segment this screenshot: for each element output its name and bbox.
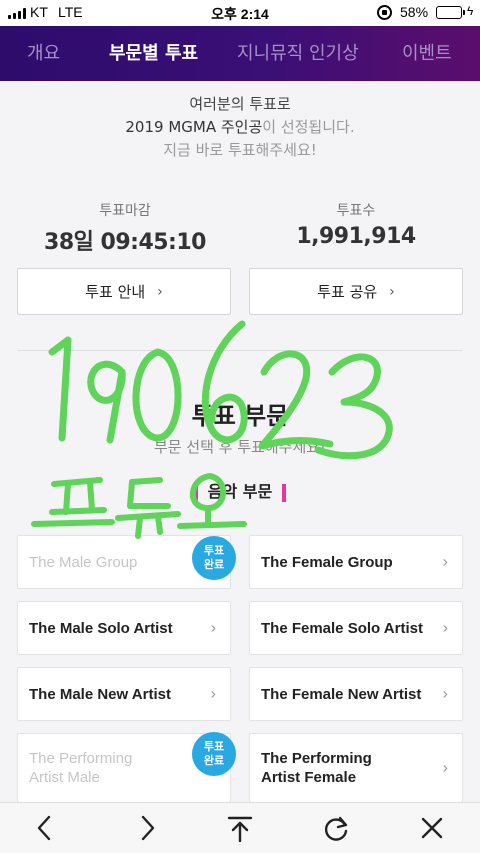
section-title: 투표 부문 bbox=[191, 402, 289, 430]
votes-value: 1,991,914 bbox=[296, 224, 416, 249]
chevron-right-icon: › bbox=[442, 553, 448, 571]
category-label: The Female New Artist bbox=[261, 685, 422, 703]
charging-icon: ϟ bbox=[467, 4, 474, 18]
reload-icon[interactable] bbox=[321, 813, 351, 843]
intro-highlight: 2019 MGMA 주인공 bbox=[125, 118, 263, 136]
votes-stat: 투표수 1,991,914 bbox=[236, 200, 476, 249]
badge-line-2: 완료 bbox=[203, 754, 225, 767]
tab-event[interactable]: 이벤트 bbox=[402, 26, 452, 81]
vote-share-button[interactable]: 투표 공유 › bbox=[249, 268, 463, 315]
back-icon[interactable] bbox=[30, 813, 60, 843]
chevron-right-icon: › bbox=[389, 283, 395, 300]
badge-line-1: 투표 bbox=[203, 740, 225, 753]
section-subtitle: 부문 선택 후 투표해주세요! bbox=[153, 438, 327, 456]
status-bar: KT LTE 오후 2:14 58% ϟ bbox=[0, 0, 480, 26]
category-label-line-1: The Performing bbox=[29, 750, 133, 767]
vote-guide-button[interactable]: 투표 안내 › bbox=[17, 268, 231, 315]
category-label-line-2: Artist Male bbox=[29, 769, 100, 786]
category-label: The Female Group bbox=[261, 553, 393, 571]
category-card-male-solo[interactable]: The Male Solo Artist › bbox=[17, 601, 231, 655]
badge-line-1: 투표 bbox=[203, 544, 225, 557]
vote-guide-label: 투표 안내 bbox=[85, 283, 146, 301]
close-icon[interactable] bbox=[417, 813, 447, 843]
category-heading: 음악 부문 bbox=[0, 478, 480, 502]
tab-category-vote[interactable]: 부문별 투표 bbox=[109, 26, 198, 81]
category-label: The Male Solo Artist bbox=[29, 619, 173, 637]
category-card-female-new[interactable]: The Female New Artist › bbox=[249, 667, 463, 721]
category-label: The Performing Artist Male bbox=[29, 749, 132, 787]
battery-icon bbox=[436, 6, 465, 19]
category-label: The Male Group bbox=[29, 553, 138, 571]
deadline-value: 38일 09:45:10 bbox=[44, 230, 206, 255]
badge-line-2: 완료 bbox=[203, 558, 225, 571]
deadline-stat: 투표마감 38일 09:45:10 bbox=[5, 200, 245, 256]
category-label-line-1: The Performing bbox=[261, 750, 372, 767]
chevron-right-icon: › bbox=[210, 619, 216, 637]
orientation-lock-icon bbox=[377, 5, 392, 20]
browser-toolbar bbox=[0, 802, 480, 853]
intro-text: 여러분의 투표로 2019 MGMA 주인공이 선정됩니다. 지금 바로 투표해… bbox=[0, 93, 480, 162]
category-card-male-new[interactable]: The Male New Artist › bbox=[17, 667, 231, 721]
category-card-female-group[interactable]: The Female Group › bbox=[249, 535, 463, 589]
vote-done-badge: 투표 완료 bbox=[192, 536, 236, 580]
category-label: The Male New Artist bbox=[29, 685, 171, 703]
chevron-right-icon: › bbox=[157, 283, 163, 300]
pink-bar-right bbox=[282, 483, 287, 502]
battery-percent: 58% bbox=[400, 4, 429, 20]
intro-line-2-rest: 이 선정됩니다. bbox=[262, 118, 355, 136]
chevron-right-icon: › bbox=[442, 759, 448, 777]
vote-share-label: 투표 공유 bbox=[317, 283, 378, 301]
category-label: The Performing Artist Female bbox=[261, 749, 372, 787]
category-label: The Female Solo Artist bbox=[261, 619, 423, 637]
votes-label: 투표수 bbox=[336, 203, 376, 219]
category-heading-label: 음악 부문 bbox=[207, 482, 273, 501]
vote-done-badge: 투표 완료 bbox=[192, 732, 236, 776]
chevron-right-icon: › bbox=[210, 685, 216, 703]
pink-bar-left bbox=[193, 483, 198, 502]
category-card-female-solo[interactable]: The Female Solo Artist › bbox=[249, 601, 463, 655]
deadline-label: 투표마감 bbox=[99, 203, 151, 219]
intro-line-3: 지금 바로 투표해주세요! bbox=[163, 141, 317, 159]
category-label-line-2: Artist Female bbox=[261, 769, 357, 786]
category-card-performing-female[interactable]: The Performing Artist Female › bbox=[249, 733, 463, 803]
chevron-right-icon: › bbox=[442, 685, 448, 703]
intro-line-2: 2019 MGMA 주인공이 선정됩니다. bbox=[0, 116, 480, 139]
divider bbox=[18, 350, 462, 351]
intro-line-1: 여러분의 투표로 bbox=[189, 95, 291, 113]
chevron-right-icon: › bbox=[442, 619, 448, 637]
share-icon[interactable] bbox=[225, 813, 255, 843]
forward-icon[interactable] bbox=[132, 813, 162, 843]
tab-bar: 개요 부문별 투표 지니뮤직 인기상 이벤트 bbox=[0, 26, 480, 81]
tab-overview[interactable]: 개요 bbox=[27, 26, 60, 81]
tab-genie-popularity[interactable]: 지니뮤직 인기상 bbox=[237, 26, 359, 81]
